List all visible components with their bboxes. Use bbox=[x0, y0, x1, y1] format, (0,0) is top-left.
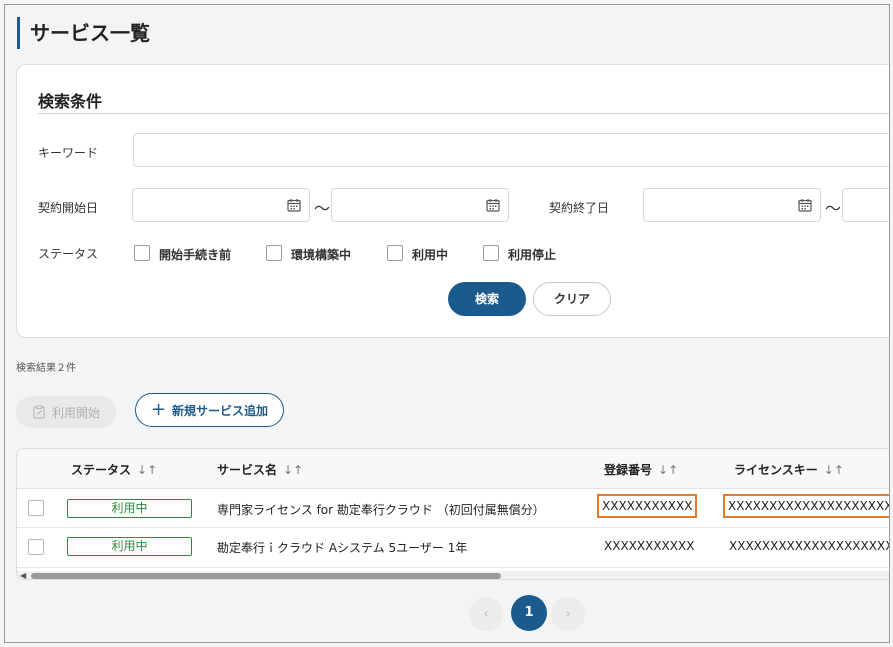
status-label: ステータス bbox=[38, 247, 99, 261]
sort-icon[interactable]: ↓↑ bbox=[283, 463, 303, 477]
column-header-reg-no[interactable]: 登録番号 ↓↑ bbox=[604, 461, 678, 478]
row-checkbox[interactable] bbox=[28, 539, 44, 555]
end-date-to-input[interactable] bbox=[842, 188, 889, 222]
page-title: サービス一覧 bbox=[17, 17, 150, 49]
calendar-icon[interactable] bbox=[486, 198, 500, 212]
status-option-label: 開始手続き前 bbox=[159, 248, 232, 262]
status-checkbox-suspended[interactable] bbox=[483, 245, 499, 261]
status-option-label: 利用中 bbox=[412, 248, 449, 262]
start-use-label: 利用開始 bbox=[51, 405, 100, 420]
sort-icon[interactable]: ↓↑ bbox=[658, 463, 678, 477]
registration-number: XXXXXXXXXXX bbox=[597, 494, 698, 518]
divider bbox=[38, 113, 889, 114]
keyword-label: キーワード bbox=[38, 146, 99, 160]
add-service-button[interactable]: + 新規サービス追加 bbox=[135, 393, 284, 427]
service-name: 専門家ライセンス for 勘定奉行クラウド （初回付属無償分） bbox=[217, 503, 545, 517]
clipboard-icon bbox=[33, 405, 45, 419]
start-use-button[interactable]: 利用開始 bbox=[16, 396, 116, 428]
start-date-label: 契約開始日 bbox=[38, 201, 99, 215]
scrollbar-thumb[interactable] bbox=[31, 573, 501, 579]
add-service-label: 新規サービス追加 bbox=[172, 403, 269, 418]
services-table: ステータス ↓↑ サービス名 ↓↑ 登録番号 ↓↑ ライセンスキー ↓↑ 利用中 専門家… bbox=[16, 448, 890, 580]
column-header-label: 登録番号 bbox=[604, 463, 653, 477]
sort-icon[interactable]: ↓↑ bbox=[137, 463, 157, 477]
clear-button[interactable]: クリア bbox=[533, 282, 611, 316]
column-header-service[interactable]: サービス名 ↓↑ bbox=[217, 461, 303, 478]
page-frame: サービス一覧 検索条件 キーワード 契約開始日 ～ 契約終了日 ～ ステータス … bbox=[4, 4, 890, 643]
status-checkbox-in-use[interactable] bbox=[387, 245, 403, 261]
start-date-to-input[interactable] bbox=[331, 188, 509, 222]
status-option-label: 利用停止 bbox=[508, 248, 557, 262]
scroll-left-icon[interactable]: ◀ bbox=[20, 571, 26, 579]
column-header-label: ライセンスキー bbox=[734, 463, 818, 477]
plus-icon: + bbox=[150, 399, 167, 420]
range-separator: ～ bbox=[825, 199, 842, 218]
status-badge: 利用中 bbox=[67, 499, 192, 518]
table-row[interactable]: 利用中 専門家ライセンス for 勘定奉行クラウド （初回付属無償分） XXXX… bbox=[17, 489, 889, 528]
end-date-from-input[interactable] bbox=[643, 188, 821, 222]
status-checkbox-before-start[interactable] bbox=[134, 245, 150, 261]
registration-number: XXXXXXXXXXX bbox=[604, 539, 695, 553]
column-header-status[interactable]: ステータス ↓↑ bbox=[71, 461, 157, 478]
search-panel: 検索条件 キーワード 契約開始日 ～ 契約終了日 ～ ステータス 開始手続き前 … bbox=[16, 64, 889, 338]
calendar-icon[interactable] bbox=[798, 198, 812, 212]
table-row[interactable]: 利用中 勘定奉行ｉクラウド Aシステム 5ユーザー 1年 XXXXXXXXXXX… bbox=[17, 529, 890, 568]
service-name: 勘定奉行ｉクラウド Aシステム 5ユーザー 1年 bbox=[217, 541, 468, 555]
pagination-next-button[interactable]: › bbox=[551, 597, 585, 631]
column-header-license[interactable]: ライセンスキー ↓↑ bbox=[734, 461, 844, 478]
search-button[interactable]: 検索 bbox=[448, 282, 526, 316]
column-header-label: サービス名 bbox=[217, 463, 278, 477]
license-key: XXXXXXXXXXXXXXXXXXXX bbox=[729, 539, 890, 553]
start-date-from-input[interactable] bbox=[132, 188, 310, 222]
status-checkbox-building[interactable] bbox=[266, 245, 282, 261]
horizontal-scrollbar[interactable]: ◀ bbox=[17, 571, 889, 579]
row-checkbox[interactable] bbox=[28, 500, 44, 516]
calendar-icon[interactable] bbox=[287, 198, 301, 212]
license-key: XXXXXXXXXXXXXXXXXXXX bbox=[723, 494, 889, 518]
status-option-label: 環境構築中 bbox=[291, 248, 352, 262]
result-count: 検索結果２件 bbox=[16, 363, 76, 374]
range-separator: ～ bbox=[314, 199, 331, 218]
status-badge: 利用中 bbox=[67, 537, 192, 556]
table-header: ステータス ↓↑ サービス名 ↓↑ 登録番号 ↓↑ ライセンスキー ↓↑ bbox=[17, 449, 889, 489]
search-panel-title: 検索条件 bbox=[38, 92, 103, 111]
pagination-page-1[interactable]: 1 bbox=[511, 595, 547, 631]
pagination-prev-button[interactable]: ‹ bbox=[469, 597, 503, 631]
end-date-label: 契約終了日 bbox=[549, 201, 610, 215]
column-header-label: ステータス bbox=[71, 463, 132, 477]
sort-icon[interactable]: ↓↑ bbox=[824, 463, 844, 477]
keyword-input[interactable] bbox=[133, 133, 889, 167]
